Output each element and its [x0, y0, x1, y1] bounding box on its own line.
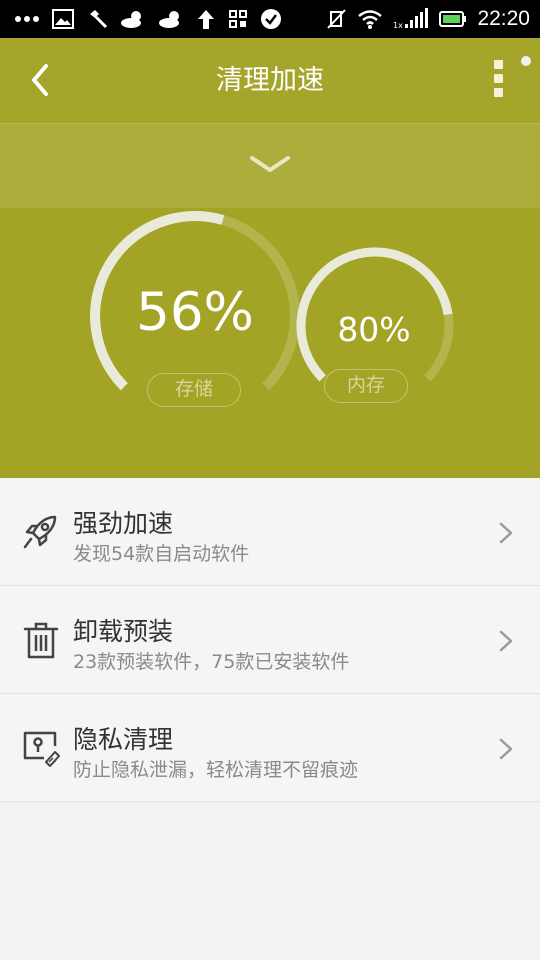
cloud-sun-icon: [121, 11, 141, 28]
battery-icon: [439, 11, 467, 27]
notification-dot: [521, 56, 531, 66]
svg-text:1x: 1x: [393, 21, 403, 30]
wifi-icon: [358, 10, 383, 29]
more-dots-icon: [15, 16, 39, 22]
cloud-sun-icon: [159, 11, 179, 28]
back-button[interactable]: [24, 58, 64, 102]
list-item-subtitle: 发现54款自启动软件: [73, 543, 250, 565]
app-grid-icon: [229, 10, 247, 28]
tool-icon: [90, 10, 108, 29]
privacy-clean-icon: [23, 731, 60, 767]
page-title: 清理加速: [216, 65, 324, 96]
overflow-menu-button[interactable]: [484, 56, 514, 100]
storage-percent: 56%: [136, 282, 254, 343]
back-arrow-icon: [32, 64, 48, 96]
status-time: 22:20: [477, 7, 530, 30]
status-bar-notifications: [14, 0, 282, 38]
storage-button[interactable]: 存储: [147, 373, 241, 407]
list-item-title: 强劲加速: [73, 509, 174, 538]
memory-percent: 80%: [337, 310, 411, 349]
list-item-privacy[interactable]: 隐私清理 防止隐私泄漏，轻松清理不留痕迹: [0, 694, 540, 802]
feature-list: 强劲加速 发现54款自启动软件 卸载预装 23款预装软件，75款已安装软件 隐私…: [0, 478, 540, 802]
chevron-right-icon: [499, 630, 513, 652]
list-item-uninstall[interactable]: 卸载预装 23款预装软件，75款已安装软件: [0, 586, 540, 694]
mute-icon: [327, 9, 347, 29]
gauge-panel: 56% 存储 80% 内存: [0, 208, 540, 478]
trash-icon: [23, 622, 59, 659]
chevron-down-icon: [250, 156, 290, 172]
list-item-subtitle: 防止隐私泄漏，轻松清理不留痕迹: [73, 759, 359, 781]
status-bar: 1x 22:20: [0, 0, 540, 38]
chevron-right-icon: [499, 522, 513, 544]
gauge-rings: [90, 211, 454, 391]
chevron-right-icon: [499, 738, 513, 760]
upload-arrow-icon: [198, 10, 214, 29]
list-item-title: 隐私清理: [73, 725, 174, 754]
list-item-subtitle: 23款预装软件，75款已安装软件: [73, 651, 350, 673]
image-icon: [52, 9, 74, 29]
memory-button[interactable]: 内存: [324, 369, 408, 403]
expand-toggle-bar[interactable]: [0, 123, 540, 209]
signal-icon: 1x: [393, 8, 429, 30]
list-item-boost[interactable]: 强劲加速 发现54款自启动软件: [0, 478, 540, 586]
check-circle-icon: [261, 9, 281, 29]
status-bar-system: 1x 22:20: [325, 0, 530, 38]
app-header: 清理加速: [0, 38, 540, 123]
rocket-icon: [23, 515, 57, 549]
list-item-title: 卸载预装: [73, 617, 174, 646]
